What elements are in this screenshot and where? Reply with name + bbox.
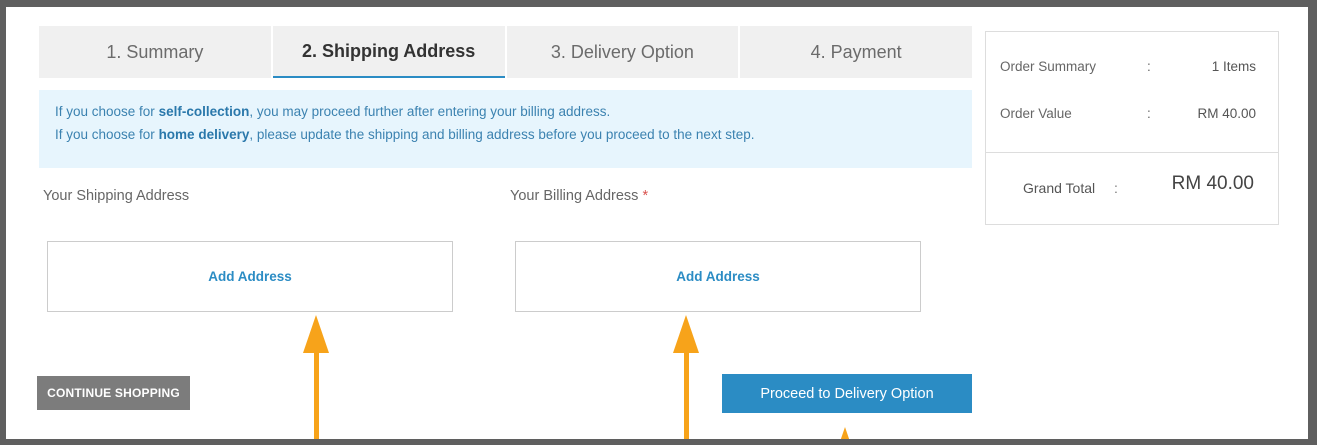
order-value-label: Order Value — [1000, 106, 1072, 121]
billing-address-label: Your Billing Address * — [510, 188, 648, 204]
order-summary-card: Order Summary : 1 Items Order Value : RM… — [985, 31, 1279, 225]
arrow-head — [673, 315, 699, 353]
grand-total-row: Grand Total : RM 40.00 — [986, 172, 1278, 202]
info-text: If you choose for — [55, 127, 159, 142]
tab-payment[interactable]: 4. Payment — [740, 26, 972, 78]
info-bold-self-collection: self-collection — [158, 104, 250, 119]
add-billing-address-box[interactable]: Add Address — [515, 241, 921, 312]
tab-summary[interactable]: 1. Summary — [39, 26, 271, 78]
add-shipping-address-link[interactable]: Add Address — [208, 269, 292, 284]
billing-address-label-text: Your Billing Address — [510, 188, 639, 204]
info-text: If you choose for — [55, 104, 159, 119]
annotation-arrow-up-icon — [832, 427, 858, 439]
proceed-to-delivery-button[interactable]: Proceed to Delivery Option — [722, 374, 972, 413]
order-summary-separator: : — [1147, 59, 1151, 74]
info-line-self-collection: If you choose for self-collection, you m… — [55, 100, 956, 123]
info-text: , please update the shipping and billing… — [249, 127, 755, 142]
grand-total-value: RM 40.00 — [1171, 173, 1254, 194]
info-text: , you may proceed further after entering… — [249, 104, 611, 119]
order-summary-label: Order Summary — [1000, 59, 1097, 74]
order-value-separator: : — [1147, 106, 1151, 121]
annotation-arrow-up-icon — [303, 315, 329, 439]
info-line-home-delivery: If you choose for home delivery, please … — [55, 123, 956, 146]
continue-shopping-button[interactable]: CONTINUE SHOPPING — [37, 376, 190, 410]
checkout-frame: 1. Summary 2. Shipping Address 3. Delive… — [6, 7, 1308, 439]
tab-delivery-option[interactable]: 3. Delivery Option — [506, 26, 739, 78]
grand-total-separator: : — [1114, 180, 1118, 196]
shipping-address-label: Your Shipping Address — [43, 188, 190, 204]
info-bold-home-delivery: home delivery — [158, 127, 250, 142]
add-shipping-address-box[interactable]: Add Address — [47, 241, 453, 312]
order-value-row: Order Value : RM 40.00 — [986, 106, 1278, 126]
order-summary-row: Order Summary : 1 Items — [986, 59, 1278, 79]
arrow-head — [303, 315, 329, 353]
order-summary-value: 1 Items — [1211, 59, 1256, 74]
arrow-shaft — [313, 353, 319, 439]
summary-divider — [986, 152, 1278, 153]
annotation-arrow-up-icon — [673, 315, 699, 439]
grand-total-label: Grand Total — [1023, 180, 1096, 196]
info-message: If you choose for self-collection, you m… — [39, 90, 972, 168]
add-billing-address-link[interactable]: Add Address — [676, 269, 760, 284]
tab-shipping-address[interactable]: 2. Shipping Address — [272, 26, 505, 78]
checkout-page: 1. Summary 2. Shipping Address 3. Delive… — [6, 7, 1308, 439]
order-value-value: RM 40.00 — [1197, 106, 1256, 121]
required-marker: * — [642, 188, 649, 204]
checkout-steps: 1. Summary 2. Shipping Address 3. Delive… — [39, 26, 972, 78]
arrow-head — [832, 427, 858, 439]
arrow-shaft — [683, 353, 689, 439]
